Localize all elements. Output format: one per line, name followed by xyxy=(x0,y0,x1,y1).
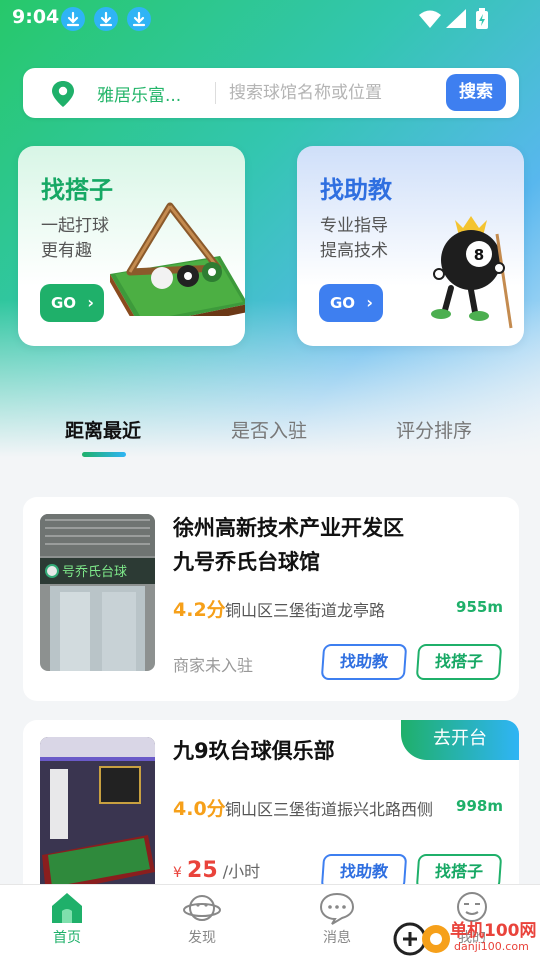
search-button[interactable]: 搜索 xyxy=(446,74,506,111)
nav-discover[interactable]: 发现 xyxy=(162,891,242,947)
venue-distance: 998m xyxy=(456,797,503,815)
go-label: GO xyxy=(330,294,356,312)
chat-bubble-icon xyxy=(319,892,355,925)
venue-card[interactable]: 号乔氏台球 徐州高新技术产业开发区九号乔氏台球馆 4.2分 铜山区三堡街道龙亭路… xyxy=(23,497,519,701)
nav-home[interactable]: 首页 xyxy=(27,891,107,947)
card-subtitle: 专业指导 提高技术 xyxy=(320,214,388,264)
card-subtitle: 一起打球 更有趣 xyxy=(41,214,109,264)
venue-status: 商家未入驻 xyxy=(173,656,254,675)
watermark: 单机100网 danji100.com xyxy=(392,914,540,960)
watermark-logo xyxy=(393,922,450,956)
find-coach-card[interactable]: 找助教 专业指导 提高技术 GO › 8 xyxy=(297,146,524,346)
venue-rating: 4.0分 xyxy=(173,798,226,820)
venue-photo xyxy=(40,737,155,894)
venue-address: 铜山区三堡街道龙亭路 xyxy=(225,601,386,620)
chevron-right-icon: › xyxy=(366,293,373,312)
active-tab-indicator xyxy=(82,452,126,457)
search-bar: 雅居乐富... 搜索 xyxy=(23,68,519,118)
home-icon xyxy=(52,893,82,923)
tab-settled[interactable]: 是否入驻 xyxy=(231,416,307,443)
card-subtitle-line: 专业指导 xyxy=(320,216,388,236)
planet-icon xyxy=(183,895,221,921)
nav-label: 消息 xyxy=(323,930,351,946)
venue-sign-text: 号乔氏台球 xyxy=(62,565,127,580)
nav-label: 首页 xyxy=(53,930,81,946)
nav-label: 发现 xyxy=(188,930,216,946)
status-time: 9:04 xyxy=(12,6,60,28)
price-unit: /小时 xyxy=(222,862,261,881)
eight-ball-mascot-illustration: 8 xyxy=(431,216,513,329)
watermark-text: 单机100网 xyxy=(450,921,537,941)
svg-text:8: 8 xyxy=(474,246,484,264)
wifi-icon xyxy=(419,10,441,28)
chevron-right-icon: › xyxy=(87,293,94,312)
go-button[interactable]: GO › xyxy=(40,284,104,322)
sort-tabs: 距离最近 是否入驻 评分排序 xyxy=(0,410,540,460)
venue-address: 铜山区三堡街道振兴北路西侧 xyxy=(225,800,434,819)
find-partner-card[interactable]: 找搭子 一起打球 更有趣 GO › xyxy=(18,146,245,346)
card-title: 找助教 xyxy=(320,176,392,204)
search-divider xyxy=(215,82,216,104)
download-notification-icon xyxy=(127,7,151,31)
nav-messages[interactable]: 消息 xyxy=(297,891,377,947)
venue-rating: 4.2分 xyxy=(173,599,226,621)
venue-photo: 号乔氏台球 xyxy=(40,514,155,671)
venue-price: ¥ 25 /小时 xyxy=(173,858,260,883)
system-icons xyxy=(418,7,500,35)
search-input[interactable] xyxy=(229,78,459,108)
venue-distance: 955m xyxy=(456,598,503,616)
location-pin-icon[interactable] xyxy=(51,80,75,112)
battery-icon xyxy=(476,8,488,29)
download-notification-icon xyxy=(94,7,118,31)
venue-name[interactable]: 九9玖台球俱乐部 xyxy=(173,734,423,768)
card-subtitle-line: 提高技术 xyxy=(320,241,388,261)
tab-distance[interactable]: 距离最近 xyxy=(65,416,141,443)
price-value: 25 xyxy=(187,858,218,883)
watermark-subtext: danji100.com xyxy=(454,940,529,953)
download-notification-icon xyxy=(61,7,85,31)
location-selector[interactable]: 雅居乐富... xyxy=(97,81,181,106)
billiard-table-illustration xyxy=(110,202,245,316)
status-bar: 9:04 xyxy=(0,0,540,38)
go-button[interactable]: GO › xyxy=(319,284,383,322)
venue-name[interactable]: 徐州高新技术产业开发区九号乔氏台球馆 xyxy=(173,511,423,579)
card-subtitle-line: 一起打球 xyxy=(41,216,109,236)
go-label: GO xyxy=(51,294,77,312)
card-subtitle-line: 更有趣 xyxy=(41,241,92,261)
tab-rating[interactable]: 评分排序 xyxy=(396,416,472,443)
find-partner-button[interactable]: 找搭子 xyxy=(415,644,503,680)
price-currency: ¥ xyxy=(173,865,182,881)
find-coach-button[interactable]: 找助教 xyxy=(320,644,408,680)
signal-icon xyxy=(446,9,466,28)
